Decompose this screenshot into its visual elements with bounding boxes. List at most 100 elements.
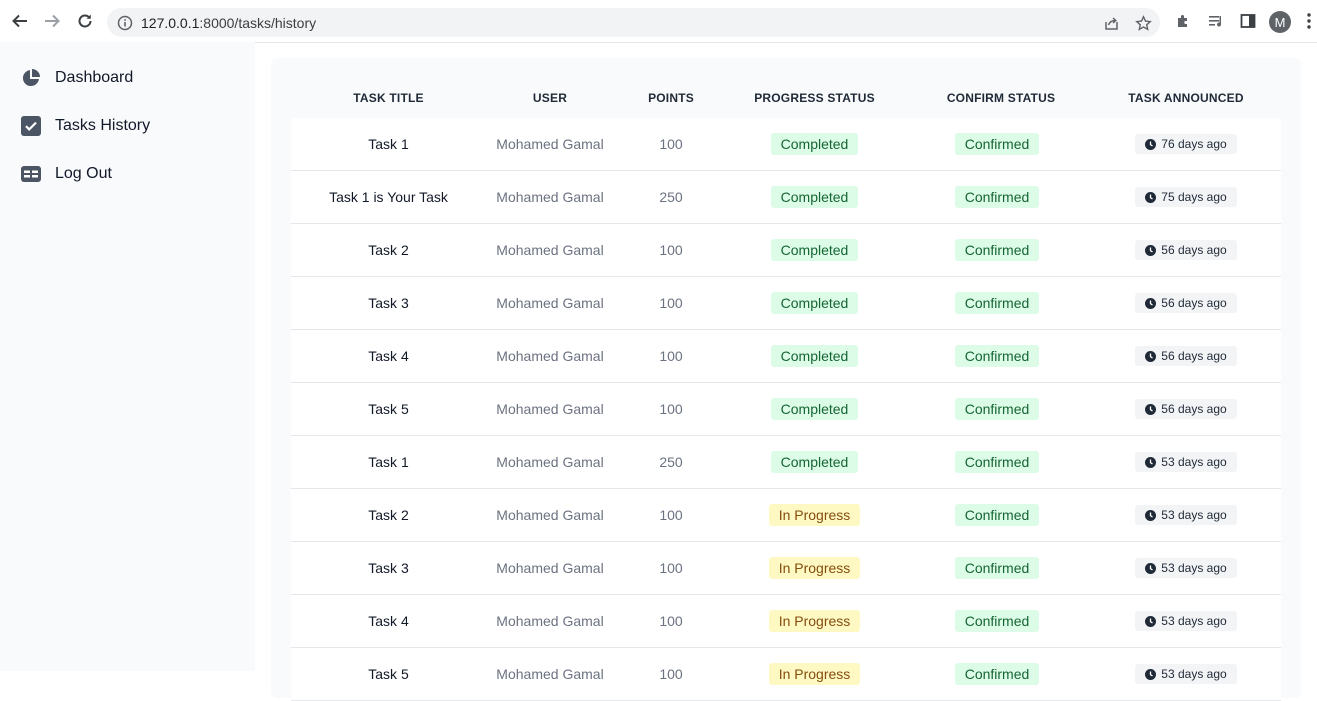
task-title: Task 4 <box>368 613 409 629</box>
task-title: Task 1 is Your Task <box>329 189 448 205</box>
confirm-status-badge: Confirmed <box>954 610 1040 632</box>
url-host: 127.0.0.1 <box>141 15 200 31</box>
task-title: Task 2 <box>368 507 409 523</box>
confirm-cell: Confirmed <box>907 489 1087 541</box>
clock-icon <box>1145 191 1157 203</box>
checkbox-icon <box>20 115 42 137</box>
sidebar-item-tasks-history[interactable]: Tasks History <box>20 114 150 138</box>
confirm-cell: Confirmed <box>907 330 1087 382</box>
task-user: Mohamed Gamal <box>496 401 604 417</box>
profile-avatar[interactable]: M <box>1269 11 1291 33</box>
header-user: USER <box>532 91 568 105</box>
announced-cell: 53 days ago <box>1091 542 1281 594</box>
reload-icon[interactable] <box>75 11 95 31</box>
table-row[interactable]: Task 2 Mohamed Gamal 100 Completed Confirmed… <box>291 224 1281 277</box>
task-user: Mohamed Gamal <box>496 454 604 470</box>
clock-icon <box>1145 350 1157 362</box>
task-points: 100 <box>659 666 683 682</box>
progress-cell: In Progress <box>717 542 912 594</box>
task-title: Task 1 <box>368 454 409 470</box>
announced-badge: 53 days ago <box>1135 505 1237 525</box>
forward-arrow-icon[interactable] <box>42 11 62 31</box>
announced-cell: 53 days ago <box>1091 489 1281 541</box>
browser-toolbar: 127.0.0.1:8000/tasks/history M <box>0 0 1317 43</box>
sidebar-item-log-out[interactable]: Log Out <box>20 162 112 186</box>
confirm-status-badge: Confirmed <box>954 557 1040 579</box>
announced-text: 56 days ago <box>1161 349 1227 363</box>
table-row[interactable]: Task 1 Mohamed Gamal 100 Completed Confirmed… <box>291 118 1281 171</box>
task-title: Task 5 <box>368 401 409 417</box>
announced-text: 53 days ago <box>1161 614 1227 628</box>
announced-badge: 76 days ago <box>1135 134 1237 154</box>
info-icon[interactable] <box>117 15 133 36</box>
table-row[interactable]: Task 4 Mohamed Gamal 100 In Progress Confirm… <box>291 595 1281 648</box>
announced-text: 56 days ago <box>1161 243 1227 257</box>
table-row[interactable]: Task 1 Mohamed Gamal 250 Completed Confirmed… <box>291 436 1281 489</box>
announced-cell: 56 days ago <box>1091 330 1281 382</box>
task-user: Mohamed Gamal <box>496 507 604 523</box>
sidebar-item-label: Log Out <box>55 165 112 182</box>
task-user: Mohamed Gamal <box>496 295 604 311</box>
announced-cell: 76 days ago <box>1091 118 1281 170</box>
confirm-status-badge: Confirmed <box>954 504 1040 526</box>
table-row[interactable]: Task 3 Mohamed Gamal 100 Completed Confirmed… <box>291 277 1281 330</box>
share-icon[interactable] <box>1102 14 1120 32</box>
progress-cell: Completed <box>717 171 912 223</box>
progress-status-badge: Completed <box>770 398 859 420</box>
confirm-status-badge: Confirmed <box>954 133 1040 155</box>
sidebar-item-label: Dashboard <box>55 69 134 86</box>
confirm-status-badge: Confirmed <box>954 239 1040 261</box>
header-points: POINTS <box>648 91 694 105</box>
task-title: Task 5 <box>368 666 409 682</box>
star-icon[interactable] <box>1134 14 1152 32</box>
task-points: 100 <box>659 560 683 576</box>
task-points: 250 <box>659 189 683 205</box>
table-row[interactable]: Task 4 Mohamed Gamal 100 Completed Confirmed… <box>291 330 1281 383</box>
address-bar[interactable]: 127.0.0.1:8000/tasks/history <box>107 8 1160 37</box>
table-icon <box>20 163 42 185</box>
header-task-title: TASK TITLE <box>353 91 424 105</box>
progress-cell: In Progress <box>717 595 912 647</box>
clock-icon <box>1145 668 1157 680</box>
sidebar: Dashboard Tasks History Log Out <box>0 42 255 671</box>
task-points: 100 <box>659 401 683 417</box>
progress-cell: Completed <box>717 330 912 382</box>
confirm-status-badge: Confirmed <box>954 292 1040 314</box>
announced-text: 53 days ago <box>1161 455 1227 469</box>
sidepanel-icon[interactable] <box>1239 12 1257 30</box>
task-title: Task 3 <box>368 560 409 576</box>
progress-cell: Completed <box>717 277 912 329</box>
announced-text: 76 days ago <box>1161 137 1227 151</box>
announced-cell: 53 days ago <box>1091 595 1281 647</box>
task-title: Task 2 <box>368 242 409 258</box>
table-row[interactable]: Task 1 is Your Task Mohamed Gamal 250 Compl… <box>291 171 1281 224</box>
table-row[interactable]: Task 5 Mohamed Gamal 100 In Progress Confirm… <box>291 648 1281 701</box>
announced-badge: 75 days ago <box>1135 187 1237 207</box>
confirm-status-badge: Confirmed <box>954 398 1040 420</box>
puzzle-icon[interactable] <box>1175 12 1193 30</box>
progress-cell: In Progress <box>717 648 912 700</box>
announced-badge: 53 days ago <box>1135 452 1237 472</box>
media-icon[interactable] <box>1207 12 1225 30</box>
announced-badge: 56 days ago <box>1135 293 1237 313</box>
progress-status-badge: In Progress <box>768 663 861 685</box>
sidebar-item-dashboard[interactable]: Dashboard <box>20 66 133 90</box>
header-task-announced: TASK ANNOUNCED <box>1128 91 1244 105</box>
more-vertical-icon[interactable] <box>1306 12 1312 35</box>
url-text: 127.0.0.1:8000/tasks/history <box>141 15 316 31</box>
progress-cell: Completed <box>717 436 912 488</box>
announced-cell: 75 days ago <box>1091 171 1281 223</box>
task-points: 100 <box>659 348 683 364</box>
progress-status-badge: Completed <box>770 133 859 155</box>
announced-badge: 53 days ago <box>1135 664 1237 684</box>
back-arrow-icon[interactable] <box>10 11 30 31</box>
table-header: TASK TITLE USER POINTS PROGRESS STATUS C… <box>291 91 1281 111</box>
progress-status-badge: Completed <box>770 451 859 473</box>
task-points: 100 <box>659 613 683 629</box>
confirm-cell: Confirmed <box>907 383 1087 435</box>
clock-icon <box>1145 244 1157 256</box>
table-row[interactable]: Task 5 Mohamed Gamal 100 Completed Confirmed… <box>291 383 1281 436</box>
confirm-status-badge: Confirmed <box>954 186 1040 208</box>
table-row[interactable]: Task 3 Mohamed Gamal 100 In Progress Confirm… <box>291 542 1281 595</box>
table-row[interactable]: Task 2 Mohamed Gamal 100 In Progress Confirm… <box>291 489 1281 542</box>
